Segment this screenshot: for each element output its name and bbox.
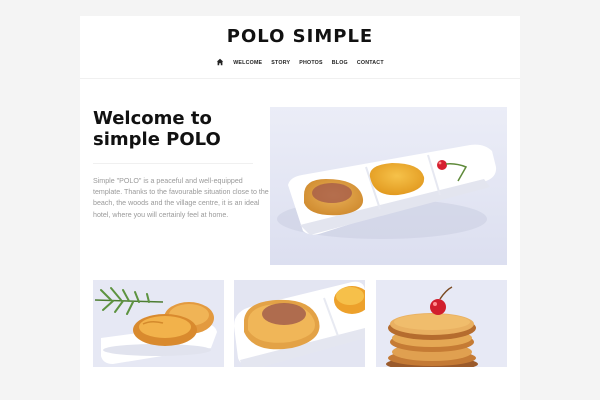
nav-home[interactable] [216,58,224,68]
nav-item-story[interactable]: STORY [271,60,290,66]
site-brand[interactable]: POLO SIMPLE [80,26,520,47]
gallery-image-2[interactable] [234,280,365,367]
nav-item-blog[interactable]: BLOG [332,60,348,66]
home-icon [216,58,224,66]
nav-item-welcome[interactable]: WELCOME [233,60,262,66]
nav-item-contact[interactable]: CONTACT [357,60,384,66]
page-container: POLO SIMPLE WELCOME STORY PHOTOS BLOG CO… [80,16,520,400]
hero-title: Welcome to simple POLO [93,108,221,150]
hero-image [270,107,507,265]
gallery-image-1[interactable] [93,280,224,367]
hero-divider [93,163,253,164]
nav-item-photos[interactable]: PHOTOS [299,60,322,66]
main-nav: WELCOME STORY PHOTOS BLOG CONTACT [80,58,520,68]
hero-text: Simple "POLO" is a peaceful and well-equ… [93,177,269,219]
site-header: POLO SIMPLE WELCOME STORY PHOTOS BLOG CO… [80,16,520,79]
gallery-image-3[interactable] [376,280,507,367]
